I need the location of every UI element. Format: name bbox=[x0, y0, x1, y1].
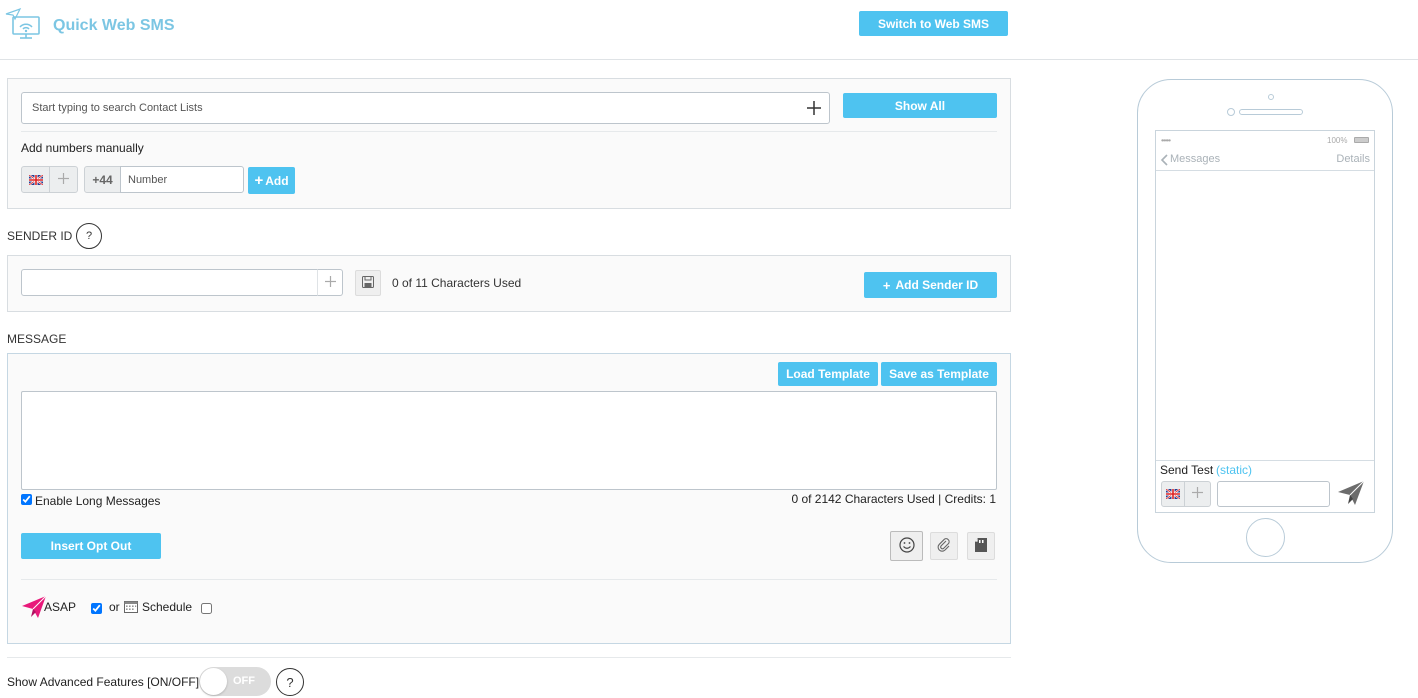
schedule-label: Schedule bbox=[142, 600, 193, 614]
schedule-checkbox[interactable] bbox=[201, 603, 212, 614]
page-title: Quick Web SMS bbox=[53, 17, 175, 34]
save-as-template-button[interactable]: Save as Template bbox=[881, 362, 997, 386]
uk-flag-icon bbox=[28, 174, 43, 185]
toggle-state-label: OFF bbox=[233, 675, 255, 687]
manual-numbers-label: Add numbers manually bbox=[21, 141, 144, 155]
sender-id-label: SENDER ID bbox=[7, 229, 73, 243]
paperclip-icon bbox=[937, 537, 951, 555]
battery-icon bbox=[1354, 137, 1369, 143]
add-contact-list-icon[interactable] bbox=[807, 101, 821, 115]
add-sender-id-button[interactable]: + Add Sender ID bbox=[864, 272, 997, 298]
contact-list-search-input[interactable] bbox=[21, 92, 830, 124]
add-number-button[interactable]: + Add bbox=[248, 167, 295, 194]
phone-speaker bbox=[1239, 109, 1303, 115]
message-label: MESSAGE bbox=[7, 332, 67, 346]
smiley-icon bbox=[898, 536, 915, 556]
messages-back-label[interactable]: Messages bbox=[1170, 153, 1220, 165]
sender-id-input[interactable] bbox=[21, 269, 319, 296]
send-test-note: (static) bbox=[1216, 463, 1252, 477]
plus-icon: + bbox=[882, 277, 891, 293]
message-textarea[interactable] bbox=[21, 391, 997, 490]
phone-number-input[interactable] bbox=[120, 166, 244, 193]
divider bbox=[1156, 460, 1374, 461]
test-country-flag-selector[interactable] bbox=[1161, 481, 1185, 507]
message-panel: Load Template Save as Template Enable Lo… bbox=[7, 353, 1011, 644]
advanced-features-toggle[interactable]: OFF bbox=[199, 667, 271, 696]
back-chevron-icon[interactable] bbox=[1160, 154, 1168, 166]
divider bbox=[21, 131, 997, 132]
calendar-icon bbox=[124, 600, 138, 613]
phone-home-button bbox=[1246, 518, 1285, 557]
advanced-features-help-button[interactable]: ? bbox=[276, 668, 304, 696]
file-upload-button[interactable] bbox=[967, 532, 995, 560]
sender-chars-used: 0 of 11 Characters Used bbox=[392, 276, 522, 290]
recipients-panel: Show All Add numbers manually +44 + Add bbox=[7, 78, 1011, 209]
test-add-country-button[interactable] bbox=[1184, 481, 1211, 507]
test-number-input[interactable] bbox=[1217, 481, 1330, 507]
add-number-label: Add bbox=[265, 173, 289, 188]
attachment-button[interactable] bbox=[930, 532, 958, 560]
plus-icon bbox=[58, 172, 69, 187]
add-sender-inline-button[interactable] bbox=[317, 269, 343, 296]
insert-opt-out-button[interactable]: Insert Opt Out bbox=[21, 533, 161, 559]
show-all-button[interactable]: Show All bbox=[843, 93, 997, 118]
battery-percent: 100% bbox=[1327, 136, 1348, 145]
app-logo-icon bbox=[4, 7, 44, 40]
plus-icon bbox=[1192, 487, 1203, 501]
file-icon bbox=[975, 537, 987, 555]
toggle-knob bbox=[200, 668, 227, 695]
or-label: or bbox=[109, 600, 120, 614]
country-code: +44 bbox=[84, 166, 121, 193]
plus-icon bbox=[324, 275, 336, 290]
asap-label: ASAP bbox=[44, 600, 77, 614]
asap-checkbox[interactable] bbox=[91, 603, 102, 614]
advanced-features-label: Show Advanced Features [ON/OFF] bbox=[7, 675, 200, 689]
message-chars-info: 0 of 2142 Characters Used | Credits: 1 bbox=[791, 492, 996, 506]
enable-long-messages-checkbox[interactable] bbox=[21, 494, 32, 505]
save-sender-button[interactable] bbox=[355, 270, 381, 296]
sender-id-help-button[interactable]: ? bbox=[76, 223, 102, 249]
divider bbox=[1156, 170, 1374, 171]
sender-panel: 0 of 11 Characters Used + Add Sender ID bbox=[7, 255, 1011, 312]
add-sender-id-label: Add Sender ID bbox=[895, 278, 979, 292]
country-flag-selector[interactable] bbox=[21, 166, 50, 193]
phone-screen: ••••• 100% Messages Details Send Test (s… bbox=[1155, 130, 1375, 513]
emoji-button[interactable] bbox=[890, 531, 923, 561]
uk-flag-icon bbox=[1166, 489, 1180, 499]
signal-indicator: ••••• bbox=[1161, 136, 1171, 145]
enable-long-messages-label: Enable Long Messages bbox=[35, 494, 161, 508]
add-country-button[interactable] bbox=[49, 166, 78, 193]
switch-to-web-sms-button[interactable]: Switch to Web SMS bbox=[859, 11, 1008, 36]
load-template-button[interactable]: Load Template bbox=[778, 362, 878, 386]
header: Quick Web SMS Switch to Web SMS bbox=[0, 0, 1418, 60]
send-test-label: Send Test bbox=[1160, 463, 1214, 477]
floppy-disk-icon bbox=[362, 275, 374, 291]
divider bbox=[7, 657, 1011, 658]
phone-camera bbox=[1268, 94, 1274, 100]
divider bbox=[21, 579, 997, 580]
phone-front-sensor bbox=[1227, 108, 1235, 116]
details-label[interactable]: Details bbox=[1336, 153, 1370, 165]
plus-icon: + bbox=[254, 172, 264, 189]
phone-preview: ••••• 100% Messages Details Send Test (s… bbox=[1137, 79, 1393, 563]
send-test-icon[interactable] bbox=[1336, 479, 1366, 507]
